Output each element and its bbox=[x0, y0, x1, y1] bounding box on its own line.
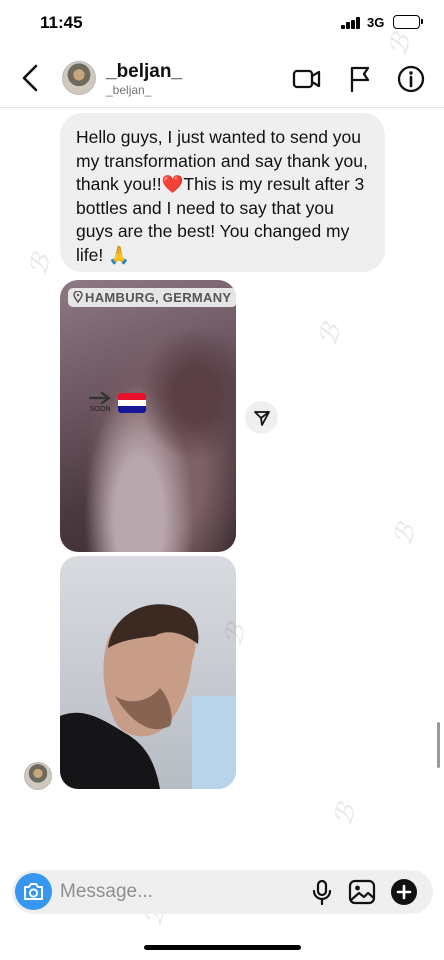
croatia-flag-icon bbox=[118, 393, 146, 413]
report-button[interactable] bbox=[345, 64, 375, 94]
message-bubble[interactable]: Hello guys, I just wanted to send you my… bbox=[60, 113, 385, 272]
back-arrow-icon bbox=[22, 64, 38, 92]
video-camera-icon bbox=[292, 69, 321, 89]
network-label: 3G bbox=[367, 15, 385, 30]
voice-button[interactable] bbox=[307, 877, 337, 907]
signal-icon bbox=[341, 17, 361, 29]
watermark: ℬ bbox=[387, 520, 423, 550]
more-button[interactable] bbox=[389, 877, 419, 907]
scrollbar[interactable] bbox=[437, 722, 440, 768]
location-pin-icon bbox=[73, 290, 83, 304]
status-bar: 11:45 3G bbox=[0, 0, 444, 48]
watermark: ℬ bbox=[327, 800, 363, 830]
video-call-button[interactable] bbox=[292, 64, 322, 94]
arrow-sticker-icon bbox=[89, 392, 111, 404]
flag-icon bbox=[350, 66, 370, 93]
conversation-header: _beljan_ _beljan_ bbox=[0, 48, 444, 108]
watermark: ℬ bbox=[22, 250, 58, 280]
paper-plane-icon bbox=[254, 411, 270, 426]
location-tag-label: HAMBURG, GERMANY bbox=[85, 290, 232, 305]
avatar[interactable] bbox=[62, 61, 96, 95]
sender-avatar[interactable] bbox=[24, 762, 52, 790]
share-button[interactable] bbox=[245, 401, 278, 434]
info-button[interactable] bbox=[396, 64, 426, 94]
portrait-illustration bbox=[60, 604, 236, 789]
home-indicator[interactable] bbox=[144, 945, 301, 950]
sticker-label: SOON bbox=[90, 406, 111, 413]
back-button[interactable] bbox=[16, 62, 46, 94]
plus-icon bbox=[391, 879, 417, 905]
message-composer bbox=[12, 870, 433, 914]
watermark: ℬ bbox=[312, 320, 348, 350]
camera-button[interactable] bbox=[15, 873, 52, 910]
username[interactable]: _beljan_ bbox=[106, 61, 182, 83]
image-icon bbox=[348, 879, 376, 905]
message-input[interactable] bbox=[60, 870, 290, 914]
info-icon bbox=[397, 65, 425, 93]
battery-icon bbox=[393, 15, 423, 29]
camera-icon bbox=[24, 883, 43, 900]
gallery-button[interactable] bbox=[347, 877, 377, 907]
user-handle: _beljan_ bbox=[106, 83, 152, 97]
status-time: 11:45 bbox=[40, 13, 83, 32]
microphone-icon bbox=[312, 879, 332, 906]
shared-photo[interactable]: HAMBURG, GERMANY SOON bbox=[60, 280, 236, 552]
shared-photo[interactable] bbox=[60, 556, 236, 789]
location-tag[interactable]: HAMBURG, GERMANY bbox=[68, 288, 236, 307]
